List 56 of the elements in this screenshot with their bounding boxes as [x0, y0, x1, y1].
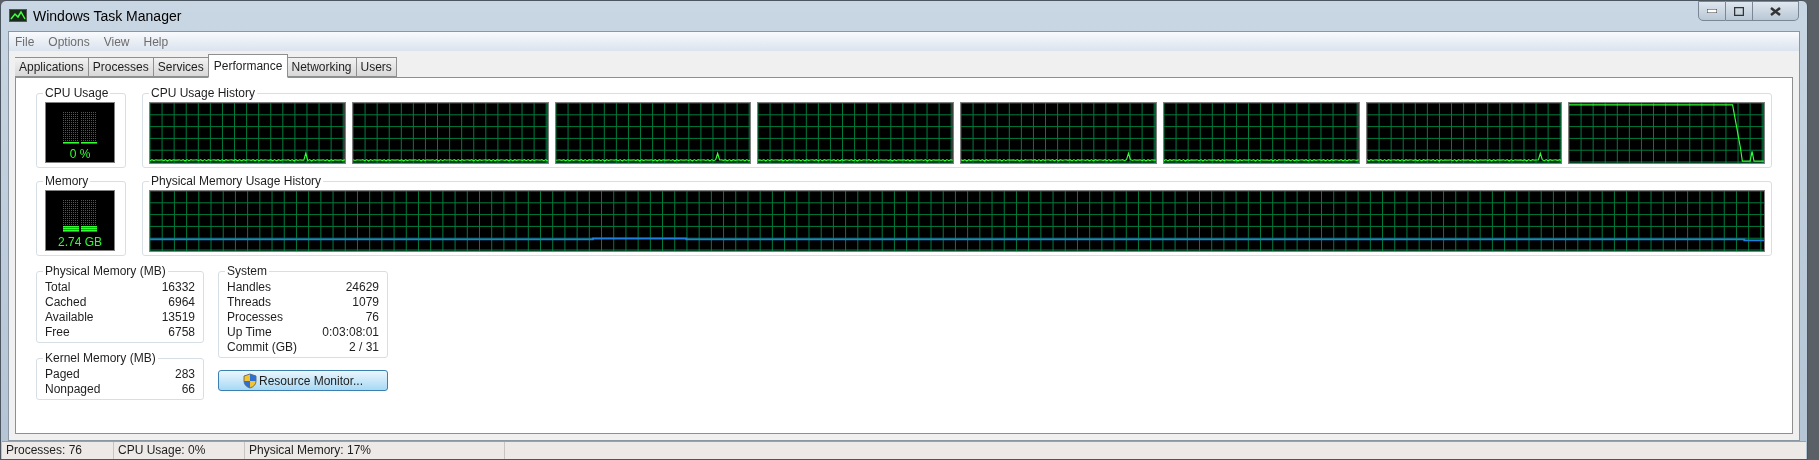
stat-value: 76	[365, 310, 379, 325]
tab[interactable]: Applications	[15, 57, 89, 77]
tab[interactable]: Services	[153, 57, 209, 77]
gauge-reading: 0 %	[69, 147, 91, 161]
stat-value: 283	[174, 367, 195, 382]
stat-label: Commit (GB)	[227, 340, 297, 355]
minimize-icon	[1707, 9, 1717, 13]
stat-value: 6758	[168, 325, 195, 340]
menu-item[interactable]: Help	[143, 32, 169, 51]
stat-label: Free	[45, 325, 70, 340]
stat-value: 0:03:08:01	[322, 325, 379, 340]
stat-value: 13519	[161, 310, 195, 325]
group-title: System	[226, 263, 268, 280]
close-icon	[1770, 6, 1781, 16]
window-title: Windows Task Manager	[33, 6, 182, 26]
tab[interactable]: Networking	[287, 57, 357, 77]
stat-label: Threads	[227, 295, 272, 310]
stat-label: Total	[45, 280, 71, 295]
stat-label: Available	[45, 310, 94, 325]
status-text: Processes: 76	[2, 442, 114, 459]
stat-label: Cached	[45, 295, 87, 310]
tab[interactable]: Performance	[207, 54, 289, 78]
menu-item[interactable]: View	[103, 32, 130, 51]
resource-monitor-button[interactable]: Resource Monitor...	[218, 370, 388, 391]
maximize-button[interactable]	[1726, 1, 1753, 21]
stat-value: 2 / 31	[348, 340, 379, 355]
gauge-bars	[63, 111, 97, 145]
stat-value: 16332	[161, 280, 195, 295]
stat-label: Paged	[45, 367, 80, 382]
stat-label: Up Time	[227, 325, 272, 340]
stat-label: Nonpaged	[45, 382, 101, 397]
minimize-button[interactable]	[1698, 1, 1726, 21]
gauge-bars	[63, 199, 97, 233]
close-button[interactable]	[1753, 1, 1799, 21]
stat-value: 66	[181, 382, 195, 397]
group-title: CPU Usage	[44, 85, 110, 102]
stat-label: Handles	[227, 280, 272, 295]
gauge-reading: 2.74 GB	[58, 235, 102, 249]
status-text: CPU Usage: 0%	[114, 442, 245, 459]
stat-label: Processes	[227, 310, 284, 325]
tab[interactable]: Users	[356, 57, 397, 77]
maximize-icon	[1734, 6, 1744, 16]
stat-value: 6964	[168, 295, 195, 310]
group-title: Physical Memory (MB)	[44, 263, 167, 280]
group-title: Memory	[44, 173, 90, 190]
stat-value: 1079	[352, 295, 379, 310]
monitor-icon	[9, 9, 27, 23]
menu-item[interactable]: File	[15, 32, 35, 51]
shield-icon	[242, 372, 257, 389]
group-title: CPU Usage History	[150, 85, 257, 102]
menu-item[interactable]: Options	[48, 32, 90, 51]
group-title: Kernel Memory (MB)	[44, 350, 157, 367]
tab[interactable]: Processes	[88, 57, 154, 77]
status-text: Physical Memory: 17%	[245, 442, 505, 459]
group-title: Physical Memory Usage History	[150, 173, 323, 190]
stat-value: 24629	[345, 280, 379, 295]
